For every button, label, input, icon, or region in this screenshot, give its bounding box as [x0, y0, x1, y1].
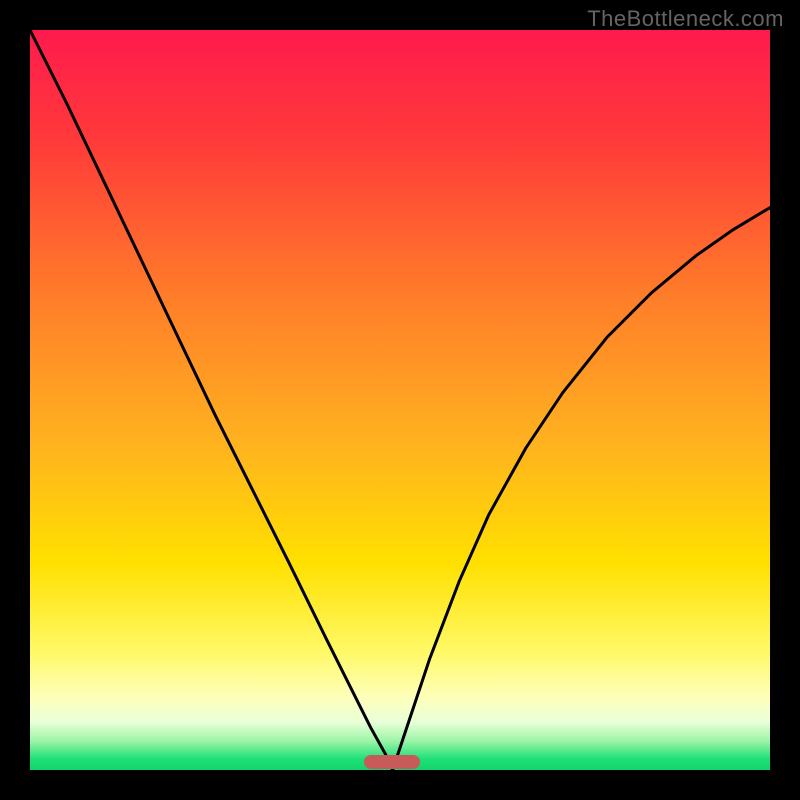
watermark-text: TheBottleneck.com [587, 6, 784, 32]
curves-layer [30, 30, 770, 770]
plot-area [30, 30, 770, 770]
outer-frame: TheBottleneck.com [0, 0, 800, 800]
left-curve [30, 30, 393, 770]
min-region-marker [364, 755, 420, 769]
right-curve [393, 208, 770, 770]
